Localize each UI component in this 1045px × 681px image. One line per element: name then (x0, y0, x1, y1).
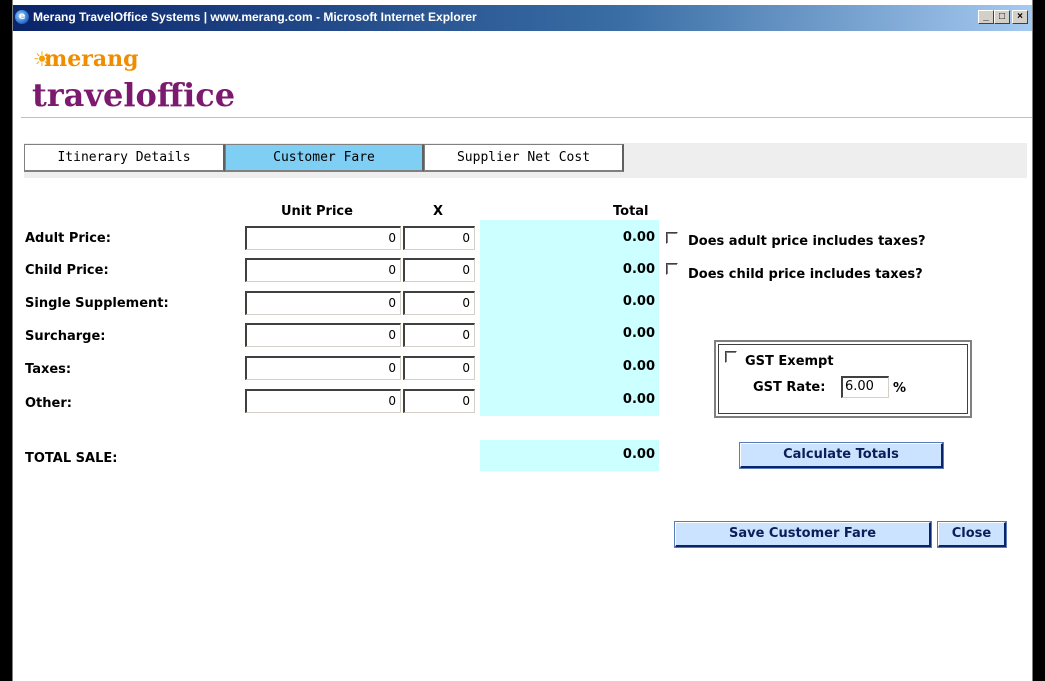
right-frame-border (1033, 0, 1045, 681)
tab-supplier-net-cost[interactable]: Supplier Net Cost (424, 144, 624, 172)
gst-rate-label: GST Rate: (753, 380, 826, 395)
label-taxes: Taxes: (25, 362, 72, 377)
gst-exempt-label: GST Exempt (745, 354, 834, 369)
single-supplement-unit-price-input[interactable]: 0 (245, 291, 401, 315)
logo-merang-text: merang (44, 46, 139, 72)
calculate-totals-button[interactable]: Calculate Totals (739, 442, 944, 469)
label-child-price: Child Price: (25, 263, 109, 278)
single-supplement-total: 0.00 (622, 294, 655, 309)
total-column-background (480, 220, 659, 416)
taxes-unit-price-input[interactable]: 0 (245, 356, 401, 380)
logo-office-text: office (135, 76, 236, 114)
window-title: Merang TravelOffice Systems | www.merang… (33, 10, 477, 24)
tab-bar: Itinerary Details Customer Fare Supplier… (24, 143, 1027, 178)
adult-total: 0.00 (622, 230, 655, 245)
label-adult-price: Adult Price: (25, 231, 111, 246)
tab-itinerary-details[interactable]: Itinerary Details (24, 144, 225, 172)
child-qty-input[interactable]: 0 (403, 258, 475, 282)
tab-customer-fare[interactable]: Customer Fare (225, 144, 424, 172)
child-includes-taxes-label: Does child price includes taxes? (688, 267, 923, 282)
surcharge-qty-input[interactable]: 0 (403, 323, 475, 347)
other-unit-price-input[interactable]: 0 (245, 389, 401, 413)
gst-rate-unit: % (893, 381, 907, 396)
other-qty-input[interactable]: 0 (403, 389, 475, 413)
label-total-sale: TOTAL SALE: (25, 451, 118, 466)
other-total: 0.00 (622, 392, 655, 407)
title-bar[interactable]: e Merang TravelOffice Systems | www.mera… (13, 5, 1032, 31)
label-other: Other: (25, 396, 72, 411)
adult-includes-taxes-checkbox[interactable] (666, 232, 678, 244)
taxes-qty-input[interactable]: 0 (403, 356, 475, 380)
adult-includes-taxes-label: Does adult price includes taxes? (688, 234, 926, 249)
adult-unit-price-input[interactable]: 0 (245, 226, 401, 250)
adult-qty-input[interactable]: 0 (403, 226, 475, 250)
logo-traveloffice: traveloffice (32, 76, 235, 114)
gst-exempt-checkbox[interactable] (725, 351, 737, 363)
single-supplement-qty-input[interactable]: 0 (403, 291, 475, 315)
window-controls: _ □ × (978, 10, 1028, 24)
logo-travel-text: travel (32, 76, 136, 114)
surcharge-unit-price-input[interactable]: 0 (245, 323, 401, 347)
minimize-button[interactable]: _ (978, 10, 994, 24)
close-button[interactable]: Close (937, 521, 1007, 548)
gst-panel: GST Exempt GST Rate: 6.00 % (714, 340, 972, 418)
maximize-button[interactable]: □ (994, 10, 1010, 24)
header-qty: X (433, 204, 444, 219)
close-window-button[interactable]: × (1012, 10, 1028, 24)
header-divider (21, 117, 1032, 118)
taxes-total: 0.00 (622, 359, 655, 374)
child-includes-taxes-checkbox[interactable] (666, 263, 678, 275)
save-customer-fare-button[interactable]: Save Customer Fare (674, 521, 932, 548)
label-single-supplement: Single Supplement: (25, 296, 169, 311)
header-total: Total (613, 204, 649, 219)
label-surcharge: Surcharge: (25, 329, 106, 344)
child-total: 0.00 (622, 262, 655, 277)
surcharge-total: 0.00 (622, 326, 655, 341)
gst-rate-input[interactable]: 6.00 (841, 376, 889, 398)
browser-window: e Merang TravelOffice Systems | www.mera… (12, 0, 1033, 681)
child-unit-price-input[interactable]: 0 (245, 258, 401, 282)
gst-panel-inner: GST Exempt GST Rate: 6.00 % (718, 344, 968, 414)
internet-explorer-icon: e (15, 10, 29, 24)
left-frame-border (0, 0, 12, 681)
total-sale-value: 0.00 (622, 447, 655, 462)
header-unit-price: Unit Price (281, 204, 353, 219)
